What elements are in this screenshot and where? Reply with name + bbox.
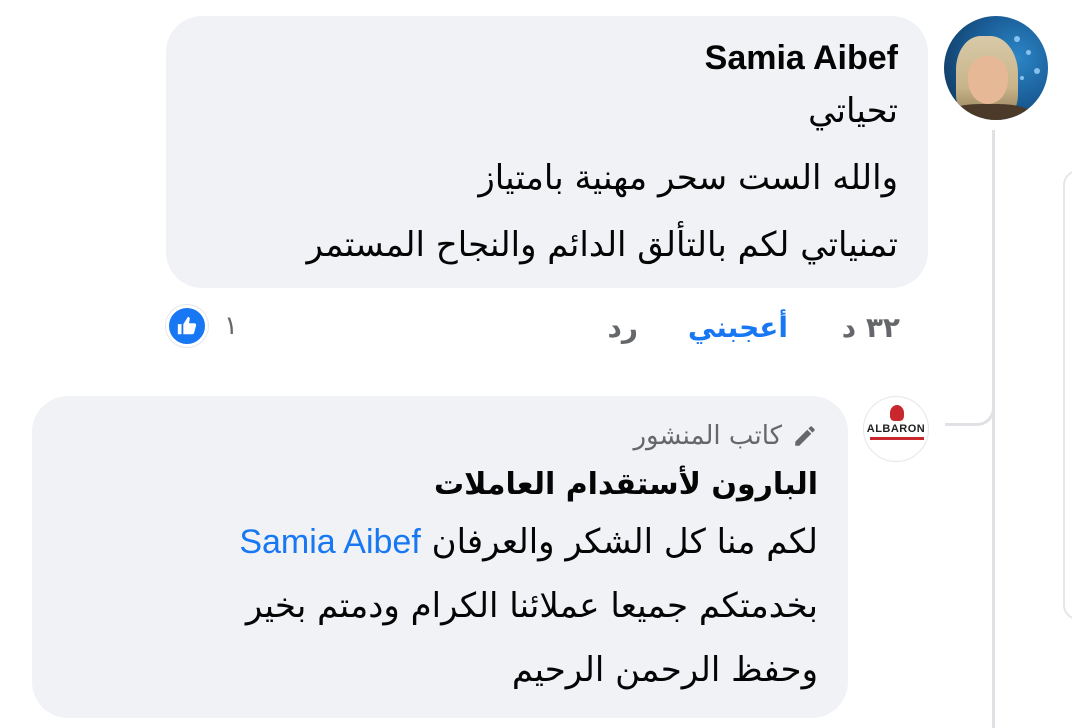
comment-timestamp[interactable]: ٣٢ د — [842, 308, 900, 348]
page-logo-text: ALBARON — [866, 423, 926, 435]
like-icon — [166, 305, 208, 347]
comment-bubble: Samia Aibef تحياتي والله الست سحر مهنية … — [166, 16, 928, 288]
comment-actions: ٣٢ د أعجبني رد — [560, 308, 901, 348]
commenter-avatar[interactable] — [944, 16, 1048, 120]
like-button[interactable]: أعجبني — [688, 308, 788, 348]
author-badge-label: كاتب المنشور — [633, 421, 782, 451]
comment-text-line: والله الست سحر مهنية بامتياز — [478, 158, 898, 198]
mention-link[interactable]: Samia Aibef — [239, 523, 420, 561]
reply-text-line: وحفظ الرحمن الرحيم — [511, 650, 818, 690]
reply-text-segment: لكم منا كل الشكر والعرفان — [431, 522, 818, 562]
comment-text-line: تمنياتي لكم بالتألق الدائم والنجاح المست… — [306, 225, 898, 265]
comment-text-line: تحياتي — [808, 91, 898, 131]
reply-text-line: بخدمتكم جميعا عملائنا الكرام ودمتم بخير — [245, 586, 818, 626]
comment-author-name[interactable]: Samia Aibef — [196, 38, 898, 78]
pencil-icon — [792, 423, 818, 449]
reply-text-line: لكم منا كل الشكر والعرفان Samia Aibef — [62, 510, 818, 574]
comments-thread: Samia Aibef تحياتي والله الست سحر مهنية … — [0, 0, 1072, 728]
reaction-summary[interactable]: ١ — [166, 304, 238, 348]
side-panel-edge — [1063, 170, 1072, 620]
author-badge: كاتب المنشور — [62, 416, 818, 456]
thread-connector-line — [992, 130, 995, 728]
reply-author-name[interactable]: البارون لأستقدام العاملات — [62, 460, 818, 510]
reply-bubble: كاتب المنشور البارون لأستقدام العاملات ل… — [32, 396, 848, 718]
reply-button[interactable]: رد — [608, 308, 639, 348]
reply-connector-curve — [945, 360, 995, 426]
reaction-count: ١ — [224, 311, 238, 341]
page-avatar[interactable]: ALBARON — [863, 396, 929, 462]
